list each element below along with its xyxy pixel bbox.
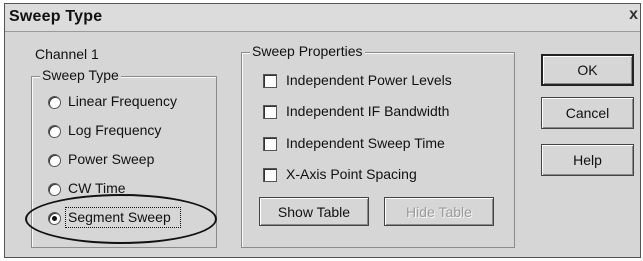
checkbox-label[interactable]: Independent IF Bandwidth	[286, 103, 449, 119]
title-bar: Sweep Type x	[5, 4, 640, 32]
radio-label[interactable]: CW Time	[68, 180, 126, 196]
cancel-button[interactable]: Cancel	[541, 97, 634, 129]
checkbox[interactable]	[263, 137, 277, 151]
hide-table-button[interactable]: Hide Table	[384, 197, 494, 226]
ok-button[interactable]: OK	[541, 54, 634, 86]
radio-label[interactable]: Power Sweep	[68, 151, 154, 167]
radio-button[interactable]	[48, 183, 61, 196]
dialog-title: Sweep Type	[9, 8, 103, 25]
radio-button[interactable]	[48, 125, 61, 138]
radio-button[interactable]	[48, 154, 61, 167]
show-table-button[interactable]: Show Table	[259, 197, 369, 226]
sweep-properties-legend: Sweep Properties	[250, 43, 365, 59]
checkbox[interactable]	[263, 105, 277, 119]
checkbox[interactable]	[263, 74, 277, 88]
radio-label[interactable]: Linear Frequency	[68, 93, 177, 109]
checkbox-label[interactable]: Independent Power Levels	[286, 72, 452, 88]
radio-button[interactable]	[48, 96, 61, 109]
radio-button-selected[interactable]	[48, 212, 61, 225]
sweep-type-legend: Sweep Type	[40, 67, 121, 83]
checkbox[interactable]	[263, 168, 277, 182]
help-button[interactable]: Help	[541, 144, 634, 176]
close-icon[interactable]: x	[629, 6, 638, 24]
radio-label[interactable]: Log Frequency	[68, 122, 161, 138]
checkbox-label[interactable]: X-Axis Point Spacing	[286, 166, 417, 182]
channel-label: Channel 1	[35, 46, 99, 62]
checkbox-label[interactable]: Independent Sweep Time	[286, 135, 445, 151]
radio-label[interactable]: Segment Sweep	[68, 209, 171, 225]
sweep-type-dialog: Sweep Type x Channel 1 Sweep Type Linear…	[4, 3, 641, 258]
